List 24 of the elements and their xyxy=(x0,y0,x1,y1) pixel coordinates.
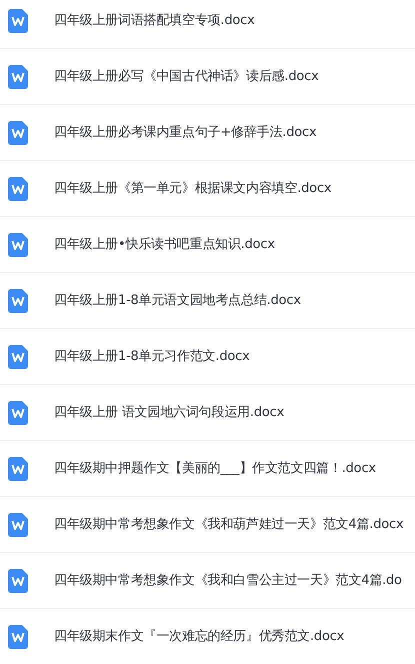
file-name[interactable]: 四年级期中押题作文【美丽的___】作文范文四篇！.docx xyxy=(54,458,376,478)
document-icon xyxy=(8,344,28,368)
file-name[interactable]: 四年级上册《第一单元》根据课文内容填空.docx xyxy=(54,178,332,198)
document-icon xyxy=(8,64,28,88)
file-name[interactable]: 四年级上册•快乐读书吧重点知识.docx xyxy=(54,234,275,254)
document-icon xyxy=(8,400,28,424)
file-name[interactable]: 四年级上册必考课内重点句子+修辞手法.docx xyxy=(54,122,316,142)
document-icon xyxy=(8,456,28,480)
document-icon xyxy=(8,8,28,32)
file-name[interactable]: 四年级上册必写《中国古代神话》读后感.docx xyxy=(54,66,319,86)
document-icon xyxy=(8,568,28,592)
document-icon xyxy=(8,512,28,536)
file-name[interactable]: 四年级上册1-8单元语文园地考点总结.docx xyxy=(54,290,301,310)
document-icon xyxy=(8,624,28,648)
document-icon xyxy=(8,176,28,200)
document-icon xyxy=(8,232,28,256)
document-icon xyxy=(8,120,28,144)
file-name[interactable]: 四年级上册1-8单元习作范文.docx xyxy=(54,346,250,366)
file-name[interactable]: 四年级期中常考想象作文《我和白雪公主过一天》范文4篇.do xyxy=(54,570,402,590)
document-icon xyxy=(8,288,28,312)
file-name[interactable]: 四年级上册 语文园地六词句段运用.docx xyxy=(54,402,284,422)
file-name[interactable]: 四年级上册词语搭配填空专项.docx xyxy=(54,10,255,30)
file-name[interactable]: 四年级期末作文『一次难忘的经历』优秀范文.docx xyxy=(54,626,344,646)
file-name[interactable]: 四年级期中常考想象作文《我和葫芦娃过一天》范文4篇.docx xyxy=(54,514,404,534)
